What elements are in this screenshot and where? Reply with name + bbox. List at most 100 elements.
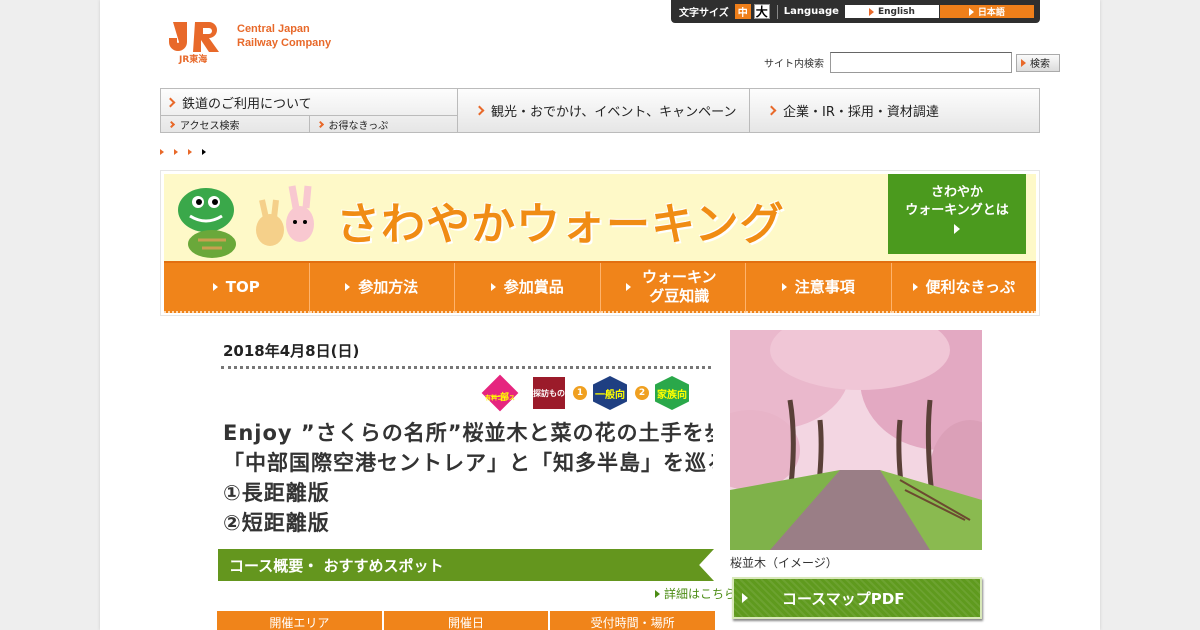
tab-walking-tips-label: ウォーキング豆知識 bbox=[641, 268, 717, 305]
logo-mark-text: JR東海 bbox=[178, 53, 207, 64]
arrow-right-icon bbox=[345, 283, 351, 291]
tab-tickets-label: 便利なきっぷ bbox=[925, 277, 1015, 296]
general-level-icon: 一般向 bbox=[593, 376, 627, 410]
tab-how-to-join-label: 参加方法 bbox=[358, 277, 419, 296]
course-2-badge: 2 bbox=[635, 386, 649, 400]
tab-tickets[interactable]: 便利なきっぷ bbox=[891, 263, 1036, 313]
dotted-divider bbox=[221, 366, 711, 369]
banner-header: さわやかウォーキング さわやか ウォーキングとは bbox=[164, 174, 1036, 261]
page: 文字サイズ 中 大 Language English 日本語 JR東海 Cent… bbox=[100, 0, 1100, 630]
arrow-icon bbox=[968, 7, 974, 16]
mascot-characters-icon bbox=[178, 185, 314, 258]
logo-text: Central Japan Railway Company bbox=[237, 22, 331, 50]
breadcrumb-arrow-icon[interactable] bbox=[174, 149, 178, 155]
arrow-right-icon bbox=[626, 283, 632, 291]
breadcrumb-arrow-icon[interactable] bbox=[160, 149, 164, 155]
gnav-tickets[interactable]: お得なきっぷ bbox=[308, 116, 458, 132]
event-date: 2018年4月8日(日) bbox=[223, 342, 360, 360]
course-map-pdf-button[interactable]: コースマップPDF bbox=[732, 577, 982, 619]
search-button-label: 検索 bbox=[1030, 59, 1050, 70]
course-1-badge: 1 bbox=[573, 386, 587, 400]
arrow-right-icon bbox=[912, 283, 918, 291]
table-header-date: 開催日 bbox=[384, 611, 551, 630]
photo-caption: 桜並木（イメージ） bbox=[730, 556, 838, 570]
family-level-icon: 家族向 bbox=[655, 376, 689, 410]
course-map-pdf-label: コースマップPDF bbox=[782, 589, 905, 608]
jr-central-logo[interactable]: JR東海 Central Japan Railway Company bbox=[165, 18, 331, 64]
event-headline: Enjoy ”さくらの名所”桜並木と菜の花の土手を歩いて春を満喫 「中部国際空港… bbox=[223, 418, 713, 538]
table-header-area: 開催エリア bbox=[217, 611, 384, 630]
gnav-subs: アクセス検索 お得なきっぷ bbox=[161, 116, 457, 132]
course-overview-heading: コース概要・ おすすめスポット bbox=[218, 549, 714, 581]
gnav-access-label: アクセス検索 bbox=[180, 120, 240, 132]
gnav-corporate[interactable]: 企業・IR・採用・資材調達 bbox=[750, 89, 1039, 132]
arrow-right-icon bbox=[781, 283, 787, 291]
breadcrumb-arrow-icon bbox=[202, 149, 206, 155]
font-size-large-button[interactable]: 大 bbox=[753, 4, 770, 19]
font-size-medium-button[interactable]: 中 bbox=[734, 4, 751, 19]
walking-tabs: TOP 参加方法 参加賞品 ウォーキング豆知識 注意事項 便利なきっぷ bbox=[164, 261, 1036, 313]
walking-banner: さわやかウォーキング さわやか ウォーキングとは TOP 参加方法 参加賞品 ウ… bbox=[160, 170, 1040, 316]
search-input[interactable] bbox=[830, 52, 1012, 73]
chevron-right-icon bbox=[766, 105, 777, 116]
utility-bar: 文字サイズ 中 大 Language English 日本語 bbox=[671, 0, 1040, 23]
gnav-corporate-label: 企業・IR・採用・資材調達 bbox=[783, 105, 939, 120]
arrow-icon bbox=[868, 7, 874, 16]
language-japanese-label: 日本語 bbox=[977, 8, 1005, 18]
headline-line-2: 「中部国際空港セントレア」と「知多半島」を巡るウォーキング bbox=[223, 451, 713, 475]
headline-course-1: ①長距離版 bbox=[223, 481, 330, 505]
gnav-sightseeing[interactable]: 観光・おでかけ、イベント、キャンペーン bbox=[458, 89, 750, 132]
logo-line-1: Central Japan bbox=[237, 23, 310, 35]
event-icons: 一部 有料コース 探訪もの 1 一般向 2 家族向 bbox=[483, 376, 689, 410]
arrow-right-icon bbox=[212, 283, 218, 291]
arrow-icon bbox=[1021, 58, 1026, 67]
cherry-blossom-photo bbox=[730, 330, 982, 550]
headline-course-2: ②短距離版 bbox=[223, 511, 330, 535]
about-walking-button[interactable]: さわやか ウォーキングとは bbox=[888, 174, 1026, 254]
logo-line-2: Railway Company bbox=[237, 37, 332, 49]
arrow-right-icon bbox=[655, 589, 660, 598]
arrow-right-icon bbox=[954, 224, 960, 234]
language-label: Language bbox=[783, 6, 839, 17]
search-button[interactable]: 検索 bbox=[1016, 53, 1060, 72]
font-size-label: 文字サイズ bbox=[679, 8, 729, 19]
gnav-rail-use-label: 鉄道のご利用について bbox=[182, 96, 312, 112]
language-japanese-button[interactable]: 日本語 bbox=[939, 5, 1034, 18]
language-english-label: English bbox=[877, 6, 915, 17]
tab-notes[interactable]: 注意事項 bbox=[746, 263, 892, 313]
gnav-access-search[interactable]: アクセス検索 bbox=[161, 116, 309, 132]
details-link-label: 詳細はこちら bbox=[664, 587, 737, 601]
tab-prizes[interactable]: 参加賞品 bbox=[455, 263, 601, 313]
breadcrumb bbox=[160, 149, 206, 155]
tab-top[interactable]: TOP bbox=[164, 263, 310, 313]
about-line-2: ウォーキングとは bbox=[905, 203, 1009, 218]
global-nav: 鉄道のご利用について アクセス検索 お得なきっぷ 観光・おでかけ、イベント、キャ… bbox=[160, 88, 1040, 133]
tab-notes-label: 注意事項 bbox=[794, 277, 855, 296]
gnav-sightseeing-label: 観光・おでかけ、イベント、キャンペーン bbox=[491, 105, 737, 120]
event-table-header: 開催エリア 開催日 受付時間・場所 bbox=[217, 611, 715, 630]
chevron-right-icon bbox=[165, 97, 176, 108]
table-header-reception: 受付時間・場所 bbox=[590, 615, 675, 630]
divider bbox=[776, 4, 778, 19]
tab-how-to-join[interactable]: 参加方法 bbox=[309, 263, 455, 313]
chevron-right-icon bbox=[316, 120, 324, 128]
tab-top-label: TOP bbox=[225, 277, 260, 296]
gnav-rail-group: 鉄道のご利用について アクセス検索 お得なきっぷ bbox=[161, 89, 458, 132]
about-line-1: さわやか bbox=[930, 185, 983, 200]
chevron-right-icon bbox=[167, 120, 176, 128]
gnav-tickets-label: お得なきっぷ bbox=[328, 120, 389, 132]
language-english-button[interactable]: English bbox=[844, 5, 939, 18]
gnav-rail-use[interactable]: 鉄道のご利用について bbox=[161, 89, 457, 117]
arrow-right-icon bbox=[742, 593, 748, 603]
arrow-right-icon bbox=[490, 283, 496, 291]
partial-paid-line-2: 有料コース bbox=[485, 395, 515, 402]
partial-paid-course-icon: 一部 有料コース bbox=[483, 376, 517, 410]
search-label: サイト内検索 bbox=[764, 59, 824, 70]
details-link[interactable]: 詳細はこちら bbox=[655, 585, 736, 602]
chevron-right-icon bbox=[474, 105, 485, 116]
tab-prizes-label: 参加賞品 bbox=[503, 277, 564, 296]
jr-logo-mark-icon: JR東海 bbox=[169, 22, 219, 64]
banner-title: さわやかウォーキング bbox=[336, 199, 785, 250]
breadcrumb-arrow-icon[interactable] bbox=[188, 149, 192, 155]
tab-walking-tips[interactable]: ウォーキング豆知識 bbox=[600, 263, 746, 313]
